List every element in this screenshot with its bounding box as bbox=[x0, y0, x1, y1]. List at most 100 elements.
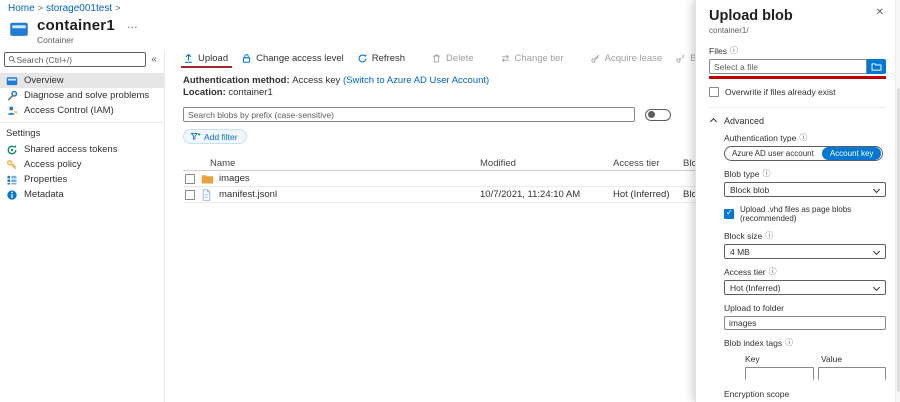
tag-value-input[interactable] bbox=[819, 372, 886, 383]
collapse-sidebar-icon[interactable] bbox=[146, 54, 162, 65]
sidebar-item-diagnose[interactable]: Diagnose and solve problems bbox=[0, 88, 164, 103]
files-label: Files bbox=[709, 46, 727, 56]
acquire-lease-button[interactable]: Acquire lease bbox=[590, 53, 663, 64]
vhd-label: Upload .vhd files as page blobs (recomme… bbox=[740, 205, 886, 223]
upload-blob-panel: Upload blob container1/ Files Overwrite … bbox=[695, 0, 900, 402]
upload-folder-input[interactable] bbox=[729, 318, 881, 328]
blob-table: Name Modified Access tier Blob images bbox=[183, 156, 723, 203]
panel-scrollbar[interactable] bbox=[895, 0, 900, 402]
file-select-input[interactable] bbox=[714, 62, 862, 72]
sidebar-search-input[interactable] bbox=[16, 55, 142, 65]
sidebar-section-settings: Settings bbox=[0, 122, 164, 142]
sidebar-item-label: Properties bbox=[24, 174, 67, 185]
column-header-access-tier[interactable]: Access tier bbox=[613, 158, 683, 169]
sidebar-item-access-control[interactable]: Access Control (IAM) bbox=[0, 103, 164, 118]
auth-type-option-account-key[interactable]: Account key bbox=[822, 147, 882, 160]
column-header-modified[interactable]: Modified bbox=[480, 158, 613, 169]
block-size-label: Block size bbox=[724, 231, 762, 241]
blob-index-tags-label: Blob index tags bbox=[724, 338, 782, 348]
tag-value-field[interactable] bbox=[818, 367, 887, 380]
access-tier-select[interactable]: Hot (Inferred) bbox=[724, 280, 886, 295]
file-select-box[interactable] bbox=[709, 59, 867, 74]
blob-name-link[interactable]: images bbox=[219, 173, 250, 184]
blob-type-select[interactable]: Block blob bbox=[724, 182, 886, 197]
change-tier-icon bbox=[500, 53, 511, 64]
change-access-level-button[interactable]: Change access level bbox=[241, 53, 344, 64]
breadcrumb-separator: > bbox=[38, 3, 43, 13]
more-menu-icon[interactable] bbox=[127, 19, 139, 31]
sidebar-item-metadata[interactable]: Metadata bbox=[0, 187, 164, 202]
tag-key-input[interactable] bbox=[746, 372, 813, 383]
breadcrumb-home[interactable]: Home bbox=[8, 3, 35, 14]
sidebar-item-access-policy[interactable]: Access policy bbox=[0, 157, 164, 172]
divider bbox=[709, 107, 886, 108]
add-filter-label: Add filter bbox=[204, 132, 238, 142]
switch-auth-link[interactable]: (Switch to Azure AD User Account) bbox=[343, 75, 489, 86]
refresh-icon bbox=[357, 53, 368, 64]
search-icon bbox=[8, 55, 16, 64]
sidebar-item-label: Access Control (IAM) bbox=[24, 105, 114, 116]
chevron-down-icon bbox=[873, 185, 880, 192]
overwrite-checkbox[interactable] bbox=[709, 87, 719, 97]
row-checkbox[interactable] bbox=[185, 174, 195, 184]
panel-title: Upload blob bbox=[709, 8, 886, 24]
sidebar-item-label: Diagnose and solve problems bbox=[24, 90, 149, 101]
auth-type-option-aad[interactable]: Azure AD user account bbox=[725, 149, 821, 158]
toolbar-label: Refresh bbox=[372, 53, 405, 64]
folder-icon bbox=[871, 62, 882, 72]
auth-method-value: Access key bbox=[292, 75, 340, 86]
add-filter-button[interactable]: Add filter bbox=[183, 129, 247, 144]
blob-name-link[interactable]: manifest.jsonl bbox=[219, 189, 277, 200]
refresh-button[interactable]: Refresh bbox=[357, 53, 405, 64]
filter-icon bbox=[190, 131, 201, 142]
block-size-value: 4 MB bbox=[730, 247, 750, 257]
sidebar-item-label: Metadata bbox=[24, 189, 64, 200]
toolbar-label: Change access level bbox=[256, 53, 344, 64]
azure-portal-page: Home>storage001test> container1 Containe… bbox=[0, 0, 900, 402]
folder-icon bbox=[201, 173, 214, 185]
sidebar-item-properties[interactable]: Properties bbox=[0, 172, 164, 187]
toolbar-label: Change tier bbox=[515, 53, 564, 64]
sidebar-item-overview[interactable]: Overview bbox=[0, 73, 164, 88]
sidebar-item-shared-access-tokens[interactable]: Shared access tokens bbox=[0, 142, 164, 157]
advanced-section-toggle[interactable]: Advanced bbox=[709, 116, 886, 126]
acquire-lease-icon bbox=[590, 53, 601, 64]
table-row[interactable]: manifest.jsonl 10/7/2021, 11:24:10 AM Ho… bbox=[183, 187, 723, 203]
toggle-knob bbox=[648, 111, 655, 118]
breadcrumb-storage-account[interactable]: storage001test bbox=[46, 3, 112, 14]
key-icon bbox=[6, 159, 18, 171]
table-row[interactable]: images bbox=[183, 171, 723, 187]
browse-files-button[interactable] bbox=[867, 59, 886, 74]
show-deleted-toggle[interactable] bbox=[645, 109, 671, 121]
breadcrumb-separator: > bbox=[115, 3, 120, 13]
blob-type-label: Blob type bbox=[724, 169, 759, 179]
overwrite-label: Overwrite if files already exist bbox=[725, 87, 836, 97]
delete-button[interactable]: Delete bbox=[431, 53, 473, 64]
info-icon bbox=[6, 189, 18, 201]
table-header-row: Name Modified Access tier Blob bbox=[183, 156, 723, 171]
sidebar-search[interactable] bbox=[4, 52, 146, 67]
column-header-name[interactable]: Name bbox=[183, 158, 480, 169]
blob-search-input[interactable] bbox=[188, 110, 630, 120]
row-checkbox[interactable] bbox=[185, 190, 195, 200]
chevron-down-icon bbox=[873, 283, 880, 290]
tag-key-field[interactable] bbox=[745, 367, 814, 380]
close-icon[interactable] bbox=[876, 7, 884, 18]
change-tier-button[interactable]: Change tier bbox=[500, 53, 564, 64]
file-icon bbox=[201, 189, 214, 201]
block-size-select[interactable]: 4 MB bbox=[724, 244, 886, 259]
vhd-page-blob-checkbox[interactable] bbox=[724, 209, 734, 219]
upload-button[interactable]: Upload bbox=[183, 53, 228, 64]
sidebar-item-label: Overview bbox=[24, 75, 64, 86]
auth-type-label: Authentication type bbox=[724, 133, 796, 143]
auth-type-toggle: Azure AD user account Account key bbox=[724, 146, 883, 161]
panel-subtitle: container1/ bbox=[709, 26, 886, 35]
lock-icon bbox=[241, 53, 252, 64]
blob-search-box[interactable] bbox=[183, 107, 635, 122]
upload-folder-field[interactable] bbox=[724, 316, 886, 330]
access-tier-label: Access tier bbox=[724, 267, 766, 277]
upload-icon bbox=[183, 53, 194, 64]
info-icon bbox=[762, 170, 770, 178]
info-icon bbox=[769, 268, 777, 276]
tags-key-header: Key bbox=[745, 354, 821, 364]
